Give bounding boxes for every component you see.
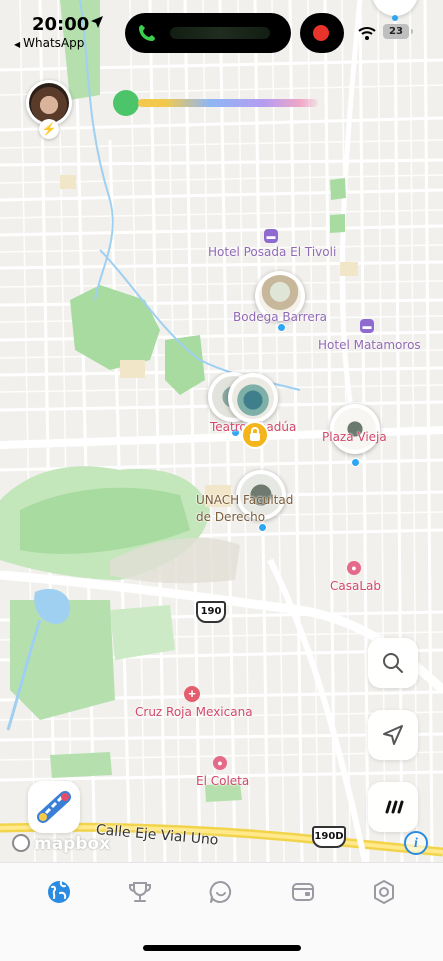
globe-icon	[48, 881, 70, 903]
hotel-pin-icon[interactable]: ▬	[264, 229, 278, 243]
back-triangle-icon: ◀	[14, 40, 21, 49]
call-waveform	[170, 27, 270, 39]
info-button[interactable]: i	[404, 831, 428, 855]
snap-bubble-plaza[interactable]	[330, 404, 380, 454]
home-indicator[interactable]	[143, 945, 301, 951]
back-app-label: WhatsApp	[23, 36, 85, 50]
mapbox-attribution[interactable]: mapbox	[12, 834, 110, 854]
trophy-icon	[129, 882, 151, 902]
search-button[interactable]	[368, 638, 418, 688]
lightning-icon: ⚡	[39, 119, 59, 139]
dynamic-island-call[interactable]	[125, 13, 291, 53]
wifi-icon	[358, 27, 376, 40]
mapbox-logo-icon	[12, 834, 30, 852]
mapbox-label: mapbox	[34, 834, 111, 854]
casalab-pin-icon[interactable]: ●	[347, 561, 361, 575]
friend-trail-marker[interactable]	[113, 90, 139, 116]
bitmoji-button[interactable]	[28, 781, 80, 833]
highway-shield: 190D	[312, 826, 346, 848]
locate-me-button[interactable]	[368, 710, 418, 760]
snap-bubble-teatro-2[interactable]	[228, 373, 278, 423]
place-label-6[interactable]: CasaLab	[330, 579, 381, 593]
wallet-icon	[292, 883, 314, 901]
restaurant-pin-icon[interactable]: ●	[213, 756, 227, 770]
hotel-pin-icon[interactable]: ▬	[360, 319, 374, 333]
friend-trail	[138, 99, 318, 107]
status-bar: 20:00 ◀ WhatsApp 23	[0, 0, 443, 60]
highway-shield: 190	[196, 601, 226, 623]
search-icon	[383, 653, 403, 673]
place-label-2[interactable]: Hotel Matamoros	[318, 338, 421, 352]
place-label-8[interactable]: El Coleta	[196, 774, 249, 788]
place-label-0[interactable]: Hotel Posada El Tivoli	[208, 245, 336, 259]
phone-icon	[139, 25, 155, 41]
place-label-7[interactable]: Cruz Roja Mexicana	[135, 705, 253, 719]
nav-settings-tab[interactable]	[371, 879, 401, 909]
location-services-icon	[91, 16, 103, 28]
location-dot	[277, 323, 286, 332]
chat-icon	[209, 880, 232, 903]
status-time: 20:00	[32, 14, 90, 35]
location-dot	[351, 458, 360, 467]
avatar-photo	[29, 83, 69, 123]
location-arrow-icon	[383, 725, 403, 745]
record-icon	[313, 25, 329, 41]
snap-thumbnail	[232, 377, 274, 419]
candy-icon	[37, 791, 71, 823]
more-layers-button[interactable]	[368, 782, 418, 832]
place-label-4[interactable]: Plaza Vieja	[322, 430, 387, 444]
place-label-1[interactable]: Bodega Barrera	[233, 310, 327, 324]
nav-map-tab[interactable]	[46, 879, 76, 909]
place-label-5[interactable]: UNACH Facultad de Derecho	[196, 492, 306, 526]
nav-chat-tab[interactable]	[208, 879, 238, 909]
settings-icon	[374, 880, 394, 904]
more-dots-icon	[385, 800, 404, 814]
hospital-pin-icon[interactable]: +	[184, 686, 200, 702]
nav-wallet-tab[interactable]	[290, 879, 320, 909]
nav-trophy-tab[interactable]	[127, 879, 157, 909]
lock-icon[interactable]	[241, 421, 269, 449]
battery-indicator: 23	[383, 24, 413, 39]
screen-recording-indicator[interactable]	[300, 13, 344, 53]
back-to-app-link[interactable]: ◀ WhatsApp	[14, 36, 84, 50]
